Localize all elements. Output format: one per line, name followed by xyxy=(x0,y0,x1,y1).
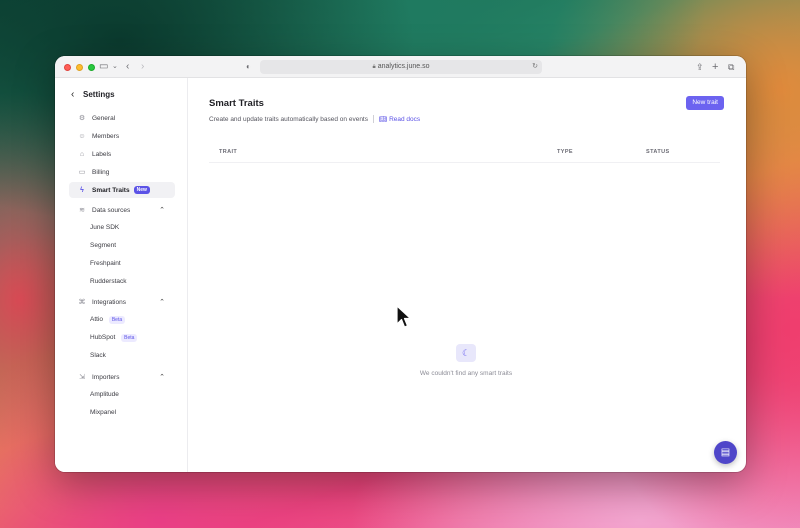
beta-badge: Beta xyxy=(108,316,126,324)
sidebar-subitem-amplitude[interactable]: Amplitude xyxy=(90,389,119,401)
read-docs-label: Read docs xyxy=(389,116,421,123)
table-header-divider xyxy=(209,162,720,163)
back-icon[interactable]: ‹ xyxy=(126,60,129,74)
new-tab-icon[interactable]: + xyxy=(712,60,718,74)
share-icon[interactable]: ⇪ xyxy=(696,60,704,74)
page-title: Smart Traits xyxy=(209,98,264,109)
chevron-up-icon[interactable]: ⌃ xyxy=(159,373,165,381)
sidebar-subitem-attio[interactable]: Attio Beta xyxy=(90,314,126,326)
forward-icon[interactable]: › xyxy=(141,60,144,74)
browser-toolbar: ▭ ⌄ ‹ › ◐ 🔒︎ analytics.june.so ↻ ⇪ + ⧉ xyxy=(55,56,746,78)
sidebar-item-label: Smart Traits xyxy=(92,186,130,194)
sidebar-item-label: Members xyxy=(92,132,120,140)
sidebar-item-label: Integrations xyxy=(92,298,126,306)
window-controls xyxy=(64,64,95,71)
sidebar-subitem-rudderstack[interactable]: Rudderstack xyxy=(90,276,127,288)
sidebar-subitem-segment[interactable]: Segment xyxy=(90,240,116,252)
sidebar-item-label: Labels xyxy=(92,150,112,158)
sidebar-item-label: Billing xyxy=(92,168,110,176)
book-icon: 📖︎ xyxy=(379,116,388,123)
users-icon: ☺ xyxy=(78,132,86,140)
lock-icon: 🔒︎ xyxy=(372,64,376,70)
zoom-window-button[interactable] xyxy=(88,64,95,71)
chevron-up-icon[interactable]: ⌃ xyxy=(159,206,165,214)
mouse-cursor-icon xyxy=(396,305,412,328)
new-badge: New xyxy=(133,186,150,194)
address-bar[interactable]: 🔒︎ analytics.june.so ↻ xyxy=(260,60,542,74)
chevron-up-icon[interactable]: ⌃ xyxy=(159,298,165,306)
sidebar-item-label: Data sources xyxy=(92,206,131,214)
sidebar-subitem-hubspot[interactable]: HubSpot Beta xyxy=(90,332,138,344)
sidebar-item-importers[interactable]: ⇲ Importers ⌃ xyxy=(69,369,175,385)
sidebar-item-integrations[interactable]: ⌘ Integrations ⌃ xyxy=(69,294,175,310)
column-header-status: STATUS xyxy=(646,149,670,155)
subtitle-text: Create and update traits automatically b… xyxy=(209,115,368,123)
close-window-button[interactable] xyxy=(64,64,71,71)
sidebar-subitem-mixpanel[interactable]: Mixpanel xyxy=(90,407,116,419)
import-icon: ⇲ xyxy=(79,374,85,381)
read-docs-link[interactable]: 📖︎ Read docs xyxy=(379,115,420,123)
beta-badge: Beta xyxy=(121,334,138,342)
sidebar-item-label: Importers xyxy=(92,373,120,381)
tag-icon: ⌂ xyxy=(79,150,85,158)
chevron-down-icon[interactable]: ⌄ xyxy=(112,60,118,74)
sidebar-subitem-june-sdk[interactable]: June SDK xyxy=(90,222,119,234)
column-header-type: TYPE xyxy=(557,149,573,155)
sidebar-subitem-slack[interactable]: Slack xyxy=(90,350,106,362)
new-trait-button[interactable]: New trait xyxy=(686,96,724,110)
sidebar-item-smart-traits[interactable]: ϟ Smart Traits New xyxy=(69,182,175,198)
chat-icon: ▤ xyxy=(720,447,731,458)
tab-overview-icon[interactable]: ⧉ xyxy=(728,60,734,74)
sidebar-item-billing[interactable]: ▭ Billing xyxy=(69,164,175,180)
empty-state-text: We couldn't find any smart traits xyxy=(419,370,513,377)
sidebar-subitem-freshpaint[interactable]: Freshpaint xyxy=(90,258,121,270)
credit-card-icon: ▭ xyxy=(78,169,86,176)
divider xyxy=(373,115,374,123)
sidebar-toggle-icon[interactable]: ▭ xyxy=(99,60,108,74)
sidebar-item-general[interactable]: ⚙ General xyxy=(69,110,175,126)
gear-icon: ⚙ xyxy=(78,115,86,122)
sidebar-subitem-label: Attio xyxy=(90,316,104,323)
sidebar-title: Settings xyxy=(83,90,115,99)
moon-icon: ☾ xyxy=(456,344,476,362)
database-icon: ≋ xyxy=(79,207,85,214)
column-header-trait: TRAIT xyxy=(219,149,238,155)
puzzle-icon: ⌘ xyxy=(78,299,86,306)
browser-window: ▭ ⌄ ‹ › ◐ 🔒︎ analytics.june.so ↻ ⇪ + ⧉ ‹ … xyxy=(55,56,746,472)
sidebar-subitem-label: HubSpot xyxy=(90,334,116,341)
minimize-window-button[interactable] xyxy=(76,64,83,71)
url-text: analytics.june.so xyxy=(377,63,430,70)
sidebar-item-data-sources[interactable]: ≋ Data sources ⌃ xyxy=(69,202,175,218)
sidebar-item-labels[interactable]: ⌂ Labels xyxy=(69,146,175,162)
shield-icon[interactable]: ◐ xyxy=(246,60,251,74)
page-subtitle: Create and update traits automatically b… xyxy=(209,115,420,123)
chat-support-button[interactable]: ▤ xyxy=(714,441,737,464)
sidebar-item-members[interactable]: ☺ Members xyxy=(69,128,175,144)
back-arrow-icon[interactable]: ‹ xyxy=(71,89,74,100)
main-content: Smart Traits Create and update traits au… xyxy=(188,78,746,472)
sidebar-item-label: General xyxy=(92,114,116,122)
lightning-icon: ϟ xyxy=(80,186,84,194)
settings-sidebar: ‹ Settings ⚙ General ☺ Members ⌂ Labels … xyxy=(55,78,188,472)
reload-icon[interactable]: ↻ xyxy=(532,60,538,74)
